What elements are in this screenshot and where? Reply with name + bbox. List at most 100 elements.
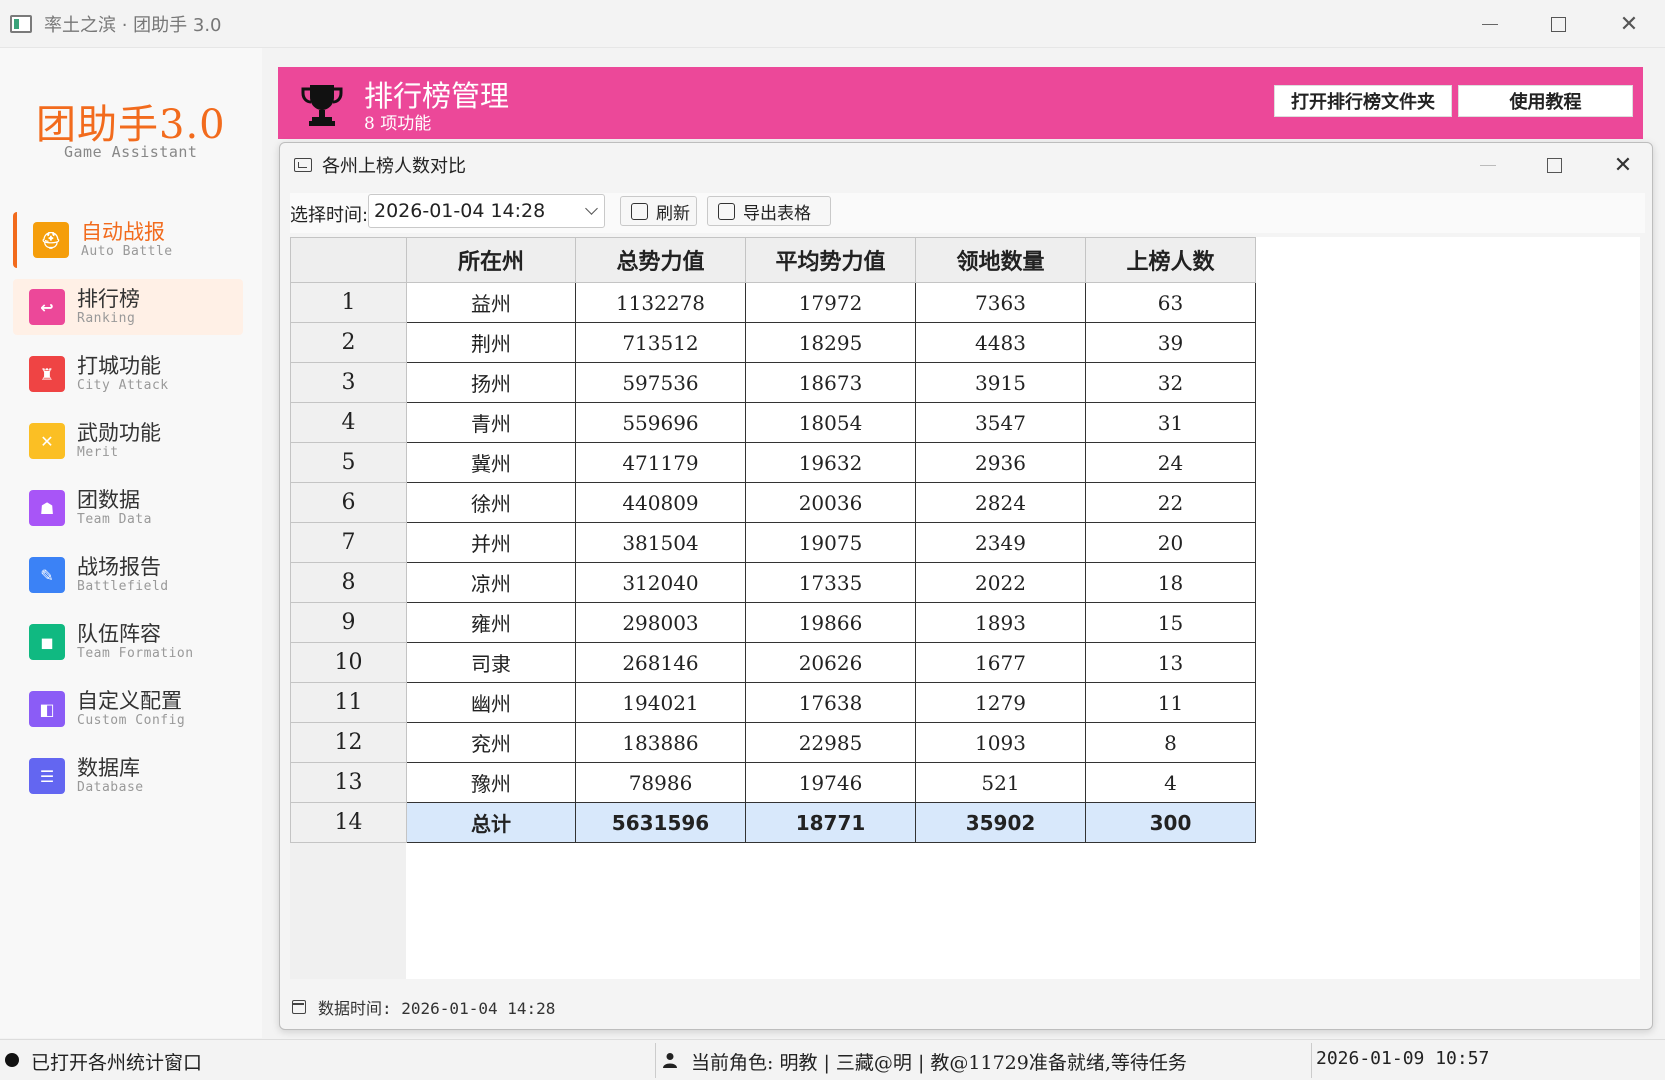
table-cell[interactable]: 冀州 xyxy=(406,442,576,483)
sidebar-item-database[interactable]: ☰ 数据库 Database xyxy=(13,748,243,804)
table-cell[interactable]: 8 xyxy=(1085,722,1256,763)
dialog-maximize-button[interactable] xyxy=(1524,143,1584,187)
table-cell[interactable]: 18673 xyxy=(745,362,916,403)
table-cell[interactable]: 益州 xyxy=(406,282,576,323)
maximize-button[interactable] xyxy=(1523,0,1593,48)
refresh-button[interactable]: 刷新 xyxy=(620,196,697,226)
table-cell[interactable]: 荆州 xyxy=(406,322,576,363)
table-cell[interactable]: 18054 xyxy=(745,402,916,443)
column-header[interactable]: 总势力值 xyxy=(575,237,746,283)
table-cell[interactable]: 13 xyxy=(1085,642,1256,683)
table-cell[interactable]: 713512 xyxy=(575,322,746,363)
table-cell[interactable]: 32 xyxy=(1085,362,1256,403)
table-cell[interactable]: 司隶 xyxy=(406,642,576,683)
table-cell[interactable]: 17335 xyxy=(745,562,916,603)
table-cell[interactable]: 徐州 xyxy=(406,482,576,523)
row-number[interactable]: 8 xyxy=(290,562,407,603)
table-cell[interactable]: 青州 xyxy=(406,402,576,443)
table-cell[interactable]: 2022 xyxy=(915,562,1086,603)
table-cell[interactable]: 31 xyxy=(1085,402,1256,443)
column-header[interactable]: 平均势力值 xyxy=(745,237,916,283)
table-cell[interactable]: 78986 xyxy=(575,762,746,803)
table-cell[interactable]: 471179 xyxy=(575,442,746,483)
row-number[interactable]: 3 xyxy=(290,362,407,403)
sidebar-item-team-data[interactable]: ☗ 团数据 Team Data xyxy=(13,480,243,536)
sidebar-item-ranking[interactable]: ↩ 排行榜 Ranking xyxy=(13,279,243,335)
row-number[interactable]: 10 xyxy=(290,642,407,683)
table-cell[interactable]: 4 xyxy=(1085,762,1256,803)
table-cell[interactable]: 268146 xyxy=(575,642,746,683)
table-cell[interactable]: 凉州 xyxy=(406,562,576,603)
table-cell[interactable]: 18771 xyxy=(745,802,916,843)
table-cell[interactable]: 521 xyxy=(915,762,1086,803)
table-cell[interactable]: 15 xyxy=(1085,602,1256,643)
open-ranking-folder-button[interactable]: 打开排行榜文件夹 xyxy=(1274,85,1452,117)
table-cell[interactable]: 559696 xyxy=(575,402,746,443)
table-cell[interactable]: 扬州 xyxy=(406,362,576,403)
table-cell[interactable]: 2349 xyxy=(915,522,1086,563)
table-cell[interactable]: 1677 xyxy=(915,642,1086,683)
row-number[interactable]: 14 xyxy=(290,802,407,843)
table-cell[interactable]: 兖州 xyxy=(406,722,576,763)
table-cell[interactable]: 20626 xyxy=(745,642,916,683)
table-cell[interactable]: 22 xyxy=(1085,482,1256,523)
table-cell[interactable]: 19632 xyxy=(745,442,916,483)
sidebar-item-team-formation[interactable]: ◼ 队伍阵容 Team Formation xyxy=(13,614,243,670)
table-cell[interactable]: 11 xyxy=(1085,682,1256,723)
table-cell[interactable]: 1893 xyxy=(915,602,1086,643)
minimize-button[interactable] xyxy=(1455,0,1525,48)
table-cell[interactable]: 194021 xyxy=(575,682,746,723)
table-cell[interactable]: 1132278 xyxy=(575,282,746,323)
row-number[interactable]: 7 xyxy=(290,522,407,563)
row-number[interactable]: 12 xyxy=(290,722,407,763)
table-cell[interactable]: 312040 xyxy=(575,562,746,603)
table-cell[interactable]: 20036 xyxy=(745,482,916,523)
row-number[interactable]: 9 xyxy=(290,602,407,643)
row-number[interactable]: 11 xyxy=(290,682,407,723)
sidebar-item-battlefield[interactable]: ✎ 战场报告 Battlefield xyxy=(13,547,243,603)
table-cell[interactable]: 183886 xyxy=(575,722,746,763)
sidebar-item-merit[interactable]: ✕ 武勋功能 Merit xyxy=(13,413,243,469)
column-header[interactable]: 所在州 xyxy=(406,237,576,283)
table-cell[interactable]: 298003 xyxy=(575,602,746,643)
sidebar-item-city-attack[interactable]: ♜ 打城功能 City Attack xyxy=(13,346,243,402)
table-cell[interactable]: 17972 xyxy=(745,282,916,323)
row-number[interactable]: 4 xyxy=(290,402,407,443)
table-cell[interactable]: 2824 xyxy=(915,482,1086,523)
table-cell[interactable]: 18 xyxy=(1085,562,1256,603)
sidebar-item-auto-battle[interactable]: ⛑ 自动战报 Auto Battle xyxy=(13,212,243,268)
table-cell[interactable]: 300 xyxy=(1085,802,1256,843)
table-cell[interactable]: 18295 xyxy=(745,322,916,363)
sidebar-item-custom-config[interactable]: ◧ 自定义配置 Custom Config xyxy=(13,681,243,737)
table-cell[interactable]: 3547 xyxy=(915,402,1086,443)
table-cell[interactable]: 总计 xyxy=(406,802,576,843)
table-cell[interactable]: 35902 xyxy=(915,802,1086,843)
row-number[interactable]: 13 xyxy=(290,762,407,803)
table-cell[interactable]: 20 xyxy=(1085,522,1256,563)
table-cell[interactable]: 19746 xyxy=(745,762,916,803)
tutorial-button[interactable]: 使用教程 xyxy=(1458,85,1633,117)
row-number[interactable]: 2 xyxy=(290,322,407,363)
close-button[interactable]: ✕ xyxy=(1594,0,1664,48)
table-cell[interactable]: 2936 xyxy=(915,442,1086,483)
corner-header[interactable] xyxy=(290,237,407,283)
table-cell[interactable]: 22985 xyxy=(745,722,916,763)
table-cell[interactable]: 豫州 xyxy=(406,762,576,803)
table-cell[interactable]: 381504 xyxy=(575,522,746,563)
table-cell[interactable]: 1093 xyxy=(915,722,1086,763)
column-header[interactable]: 领地数量 xyxy=(915,237,1086,283)
table-cell[interactable]: 雍州 xyxy=(406,602,576,643)
table-cell[interactable]: 17638 xyxy=(745,682,916,723)
table-cell[interactable]: 1279 xyxy=(915,682,1086,723)
dialog-close-button[interactable]: ✕ xyxy=(1593,143,1652,187)
table-cell[interactable]: 39 xyxy=(1085,322,1256,363)
table-cell[interactable]: 4483 xyxy=(915,322,1086,363)
table-cell[interactable]: 3915 xyxy=(915,362,1086,403)
row-number[interactable]: 1 xyxy=(290,282,407,323)
dialog-minimize-button[interactable] xyxy=(1458,143,1518,187)
table-cell[interactable]: 幽州 xyxy=(406,682,576,723)
time-select[interactable]: 2026-01-04 14:28 xyxy=(368,194,605,228)
table-cell[interactable]: 7363 xyxy=(915,282,1086,323)
table-cell[interactable]: 并州 xyxy=(406,522,576,563)
table-cell[interactable]: 19075 xyxy=(745,522,916,563)
